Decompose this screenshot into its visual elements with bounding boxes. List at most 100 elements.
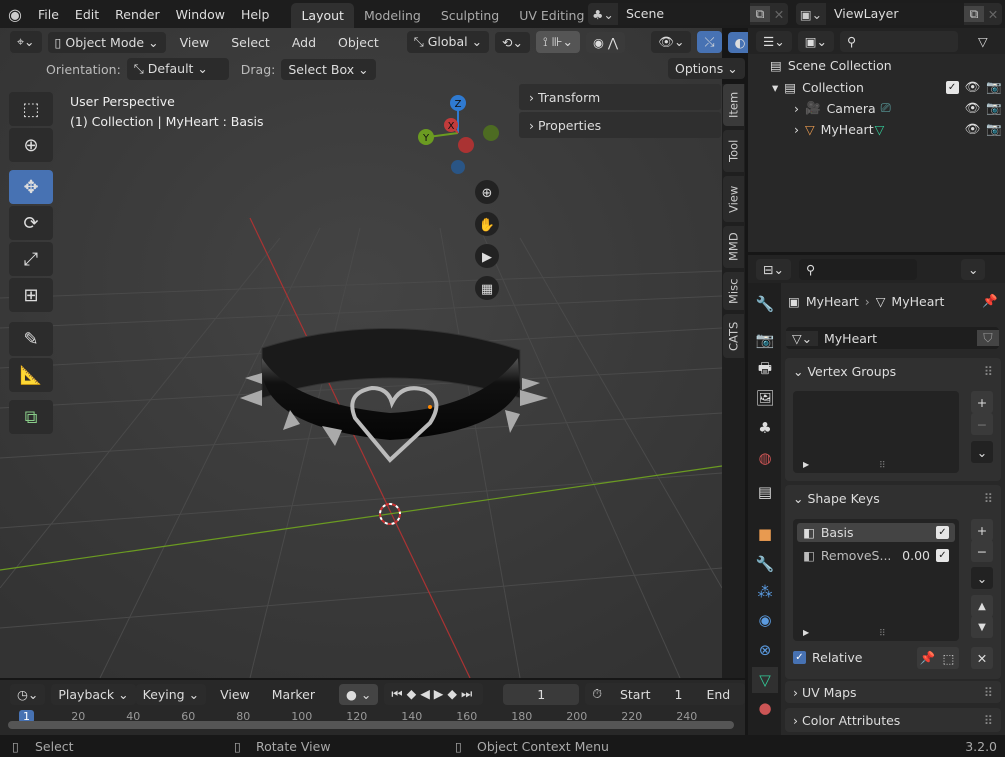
scene-collection-row[interactable]: ▤ Scene Collection	[770, 58, 892, 73]
view-layer-name[interactable]: ViewLayer	[826, 3, 964, 25]
outliner-item-camera[interactable]: › 🎥 Camera ⎚ 👁 📷	[794, 100, 1002, 116]
drag-handle-icon[interactable]: ⠿	[984, 491, 1001, 506]
shape-key-mute-checkbox[interactable]: ✓	[936, 526, 949, 539]
timeline-editor-type-button[interactable]: ◷⌄	[10, 683, 46, 705]
mesh-name-field[interactable]: MyHeart	[818, 331, 977, 346]
tab-sculpting[interactable]: Sculpting	[431, 3, 509, 28]
sidebar-tab-cats[interactable]: CATS	[723, 314, 744, 358]
expand-arrow-icon[interactable]: ▾	[772, 80, 778, 95]
drag-handle-icon[interactable]: ⠿	[984, 685, 1001, 700]
clear-shape-keys-button[interactable]: ✕	[971, 647, 993, 669]
list-resize-handle[interactable]: ⠿	[879, 461, 886, 471]
playback-controls[interactable]: ⏮◆◀▶◆⏭	[384, 683, 484, 705]
tab-modeling[interactable]: Modeling	[354, 3, 431, 28]
material-tab-icon[interactable]: ●	[752, 695, 778, 721]
remove-shape-key-button[interactable]: −	[971, 540, 993, 562]
menu-view[interactable]: View	[172, 35, 218, 50]
tool-annotate[interactable]: ✎	[9, 322, 53, 356]
drag-handle-icon[interactable]: ⠿	[984, 364, 1001, 379]
tool-rotate[interactable]: ⟳	[9, 206, 53, 240]
move-shape-key-up-button[interactable]: ▲	[971, 595, 993, 617]
tool-scale[interactable]: ⤢	[9, 242, 53, 276]
move-shape-key-down-button[interactable]: ▼	[971, 616, 993, 638]
drag-dropdown[interactable]: Select Box ⌄	[281, 58, 376, 80]
edit-mode-shape-icon[interactable]: ⬚	[938, 651, 959, 666]
world-tab-icon[interactable]: ◍	[752, 445, 778, 471]
list-expand-icon[interactable]: ▶	[803, 460, 809, 469]
options-dropdown[interactable]: Options ⌄	[668, 58, 745, 79]
exclude-checkbox[interactable]: ✓	[945, 80, 959, 94]
shape-key-value[interactable]: 0.00	[902, 548, 930, 563]
shape-key-mute-checkbox[interactable]: ✓	[936, 549, 949, 562]
sidebar-tab-item[interactable]: Item	[723, 84, 744, 126]
render-camera-icon[interactable]: 📷	[986, 100, 1002, 116]
menu-select[interactable]: Select	[223, 35, 278, 50]
view-layer-selector[interactable]: ▣⌄ ViewLayer ⧉ ✕	[796, 3, 1002, 25]
delete-scene-icon[interactable]: ✕	[770, 7, 788, 22]
menu-render[interactable]: Render	[107, 7, 168, 22]
shape-key-name[interactable]: Basis	[821, 525, 930, 540]
tool-measure[interactable]: 📐	[9, 358, 53, 392]
display-mode-dropdown[interactable]: ▣⌄	[797, 30, 834, 52]
new-scene-icon[interactable]: ⧉	[750, 6, 770, 22]
menu-help[interactable]: Help	[233, 7, 278, 22]
shape-key-row[interactable]: ◧ RemoveS... 0.00 ✓	[797, 546, 955, 565]
timeline-scrollbar[interactable]	[8, 721, 734, 729]
outliner-item-myheart[interactable]: › ▽ MyHeart ▽ 👁 📷	[794, 121, 1002, 137]
delete-view-layer-icon[interactable]: ✕	[984, 7, 1002, 22]
shape-keys-list[interactable]: ◧ Basis ✓ ◧ RemoveS... 0.00 ✓ ▶ ⠿	[793, 519, 959, 641]
tool-add-cube[interactable]: ⧉	[9, 400, 53, 434]
auto-keying-toggle[interactable]: ● ⌄	[338, 683, 379, 705]
playback-dropdown[interactable]: Playback ⌄	[51, 683, 136, 705]
tool-cursor[interactable]: ⊕	[9, 128, 53, 162]
mesh-datablock-selector[interactable]: ▽⌄ MyHeart ⛉	[786, 327, 999, 349]
shape-keys-header[interactable]: ⌄ Shape Keys ⠿	[785, 485, 1001, 511]
shape-key-name[interactable]: RemoveS...	[821, 548, 896, 563]
output-tab-icon[interactable]: 🖶	[752, 357, 778, 383]
snap-toggle[interactable]: ⟟ ⊪⌄	[536, 31, 580, 53]
tool-select-box[interactable]: ⬚	[9, 92, 53, 126]
keying-dropdown[interactable]: Keying ⌄	[135, 683, 207, 705]
add-vertex-group-button[interactable]: +	[971, 391, 993, 413]
pin-icon[interactable]: 📌	[982, 293, 998, 309]
remove-vertex-group-button[interactable]: −	[971, 413, 993, 435]
transform-orientation-dropdown[interactable]: ⤡ Global ⌄	[406, 31, 490, 53]
menu-window[interactable]: Window	[168, 7, 233, 22]
list-resize-handle[interactable]: ⠿	[879, 629, 886, 639]
filter-icon[interactable]: ▽	[978, 34, 988, 49]
tool-tab-icon[interactable]: 🔧	[752, 291, 778, 317]
menu-add[interactable]: Add	[284, 35, 324, 50]
properties-panel-header[interactable]: › Properties	[519, 112, 721, 138]
vertex-groups-header[interactable]: ⌄ Vertex Groups ⠿	[785, 358, 1001, 384]
scene-selector[interactable]: ♣⌄ Scene ⧉ ✕	[588, 3, 788, 25]
eye-icon[interactable]: 👁	[965, 79, 981, 95]
pin-shape-key-icon[interactable]: 📌	[917, 650, 938, 666]
scene-name[interactable]: Scene	[618, 3, 750, 25]
pivot-point-dropdown[interactable]: ⟲⌄	[495, 31, 530, 53]
render-camera-icon[interactable]: 📷	[986, 79, 1002, 95]
relative-checkbox-row[interactable]: ✓ Relative	[793, 650, 862, 665]
menu-file[interactable]: File	[30, 7, 67, 22]
add-shape-key-button[interactable]: +	[971, 519, 993, 541]
orientation-dropdown[interactable]: ⤡ Default ⌄	[126, 58, 229, 80]
timeline-menu-view[interactable]: View	[212, 687, 258, 702]
modifier-tab-icon[interactable]: 🔧	[752, 551, 778, 577]
menu-object[interactable]: Object	[330, 35, 387, 50]
sidebar-tab-view[interactable]: View	[723, 176, 744, 222]
current-frame-field[interactable]: 1	[503, 683, 580, 705]
uv-maps-panel[interactable]: › UV Maps ⠿	[785, 681, 1001, 703]
shape-key-specials-button[interactable]: ⌄	[971, 567, 993, 589]
vertex-groups-list[interactable]: ▶ ⠿	[793, 391, 959, 473]
fake-user-shield-icon[interactable]: ⛉	[977, 330, 999, 346]
drag-handle-icon[interactable]: ⠿	[984, 713, 1001, 728]
proportional-editing-toggle[interactable]: ◉ ⋀	[586, 31, 626, 53]
properties-search-input[interactable]: ⚲	[798, 258, 917, 280]
object-tab-icon[interactable]: ■	[752, 521, 778, 547]
outliner-editor-type-button[interactable]: ☰⌄	[756, 30, 792, 52]
relative-checkbox[interactable]: ✓	[793, 651, 806, 664]
mesh-browse-icon[interactable]: ▽⌄	[786, 330, 818, 346]
particles-tab-icon[interactable]: ⁂	[752, 579, 778, 605]
eye-icon[interactable]: 👁	[965, 100, 981, 116]
render-tab-icon[interactable]: 📷	[752, 327, 778, 353]
timeline-menu-marker[interactable]: Marker	[264, 687, 323, 702]
